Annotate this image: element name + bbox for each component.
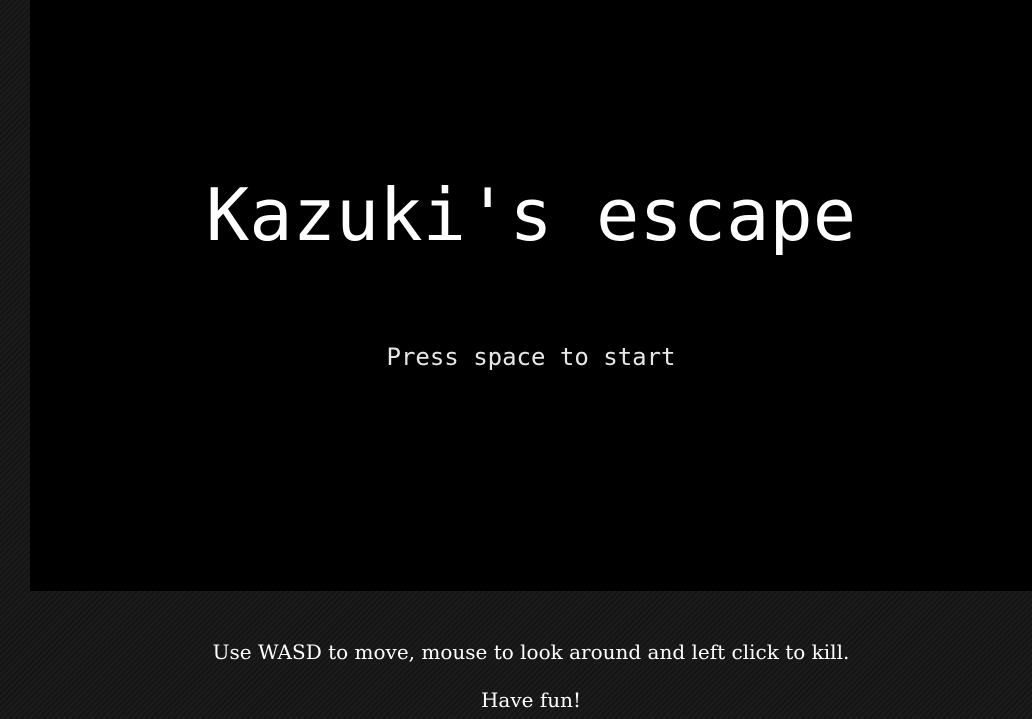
controls-text: Use WASD to move, mouse to look around a… <box>212 640 850 664</box>
have-fun-text: Have fun! <box>480 688 582 712</box>
game-canvas[interactable]: Kazuki's escape Press space to start <box>30 0 1032 591</box>
game-title: Kazuki's escape <box>205 173 857 257</box>
instructions: Use WASD to move, mouse to look around a… <box>30 637 1032 719</box>
start-prompt: Press space to start <box>386 343 676 371</box>
